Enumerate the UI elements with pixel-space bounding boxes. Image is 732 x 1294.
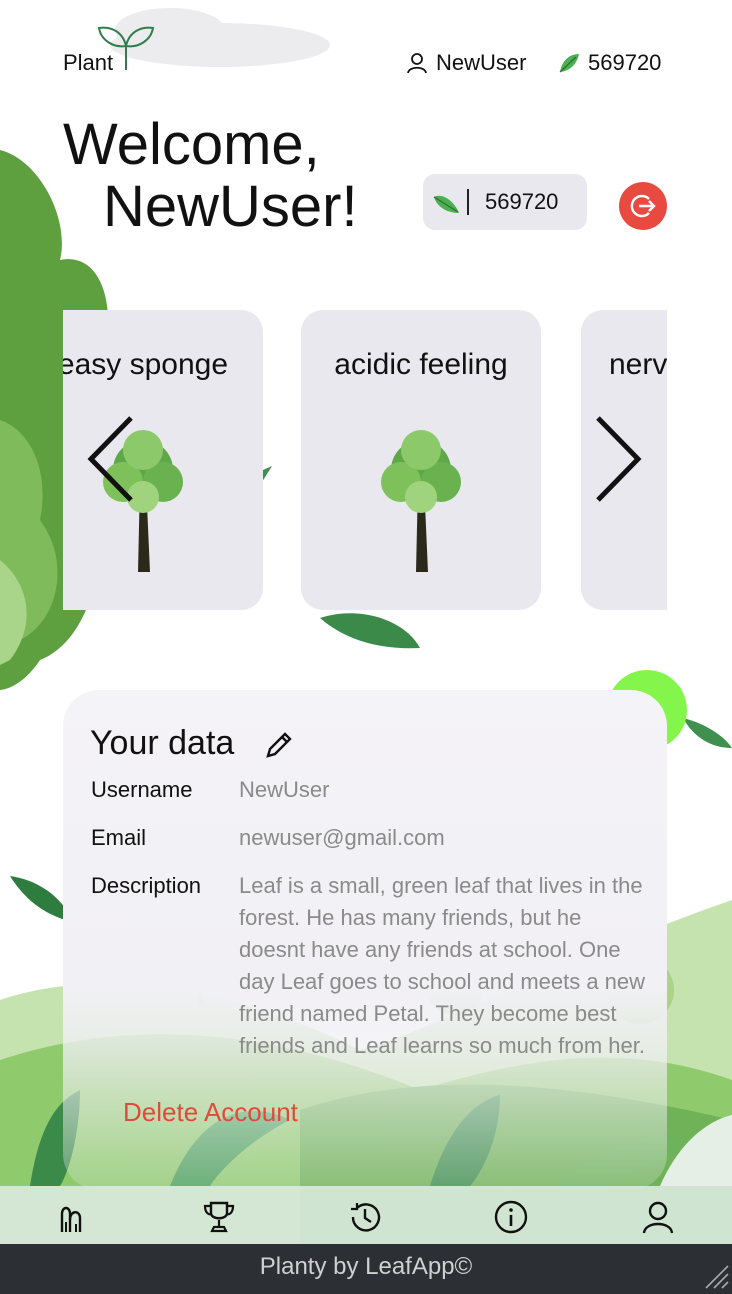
- resize-handle-icon[interactable]: [704, 1264, 730, 1290]
- plant-card-title: nerv: [609, 348, 667, 381]
- points-chip: 569720: [423, 174, 587, 230]
- welcome-username: NewUser!: [103, 174, 358, 239]
- logout-icon: [630, 194, 656, 218]
- plant-card-title: easy sponge: [63, 348, 229, 381]
- logout-button[interactable]: [619, 182, 667, 230]
- plants-icon[interactable]: [56, 1200, 90, 1234]
- plant-card-title: acidic feeling: [334, 348, 508, 381]
- app-page: { "header": { "logo_text": "Plant", "use…: [0, 0, 732, 1294]
- username-label: Username: [91, 777, 193, 802]
- header-points-value: 569720: [588, 50, 662, 75]
- app-logo[interactable]: Plant: [63, 22, 163, 78]
- trophy-icon[interactable]: [202, 1200, 236, 1234]
- delete-account-link[interactable]: Delete Account: [123, 1097, 298, 1128]
- points-chip-value: 569720: [485, 189, 559, 214]
- footer: Planty by LeafApp©: [0, 1244, 732, 1294]
- logo-text: Plant: [63, 50, 114, 75]
- header-user[interactable]: NewUser: [406, 48, 526, 78]
- email-label: Email: [91, 825, 147, 850]
- leaf-icon: [433, 195, 459, 213]
- description-value: Leaf is a small, green leaf that lives i…: [239, 873, 646, 1058]
- leaf-icon: [559, 54, 579, 73]
- profile-title: Your data: [90, 724, 235, 762]
- carousel-prev-arrow[interactable]: [85, 414, 135, 504]
- history-icon[interactable]: [348, 1200, 382, 1234]
- header-username: NewUser: [436, 50, 527, 75]
- tree-icon: [381, 430, 461, 572]
- plant-carousel: easy sponge acidic feeling nerv: [63, 310, 667, 610]
- welcome-heading: Welcome,: [63, 112, 320, 177]
- chip-divider: [467, 189, 469, 215]
- plant-card[interactable]: acidic feeling: [301, 310, 541, 610]
- user-icon: [407, 53, 427, 74]
- email-value: newuser@gmail.com: [239, 825, 445, 850]
- carousel-next-arrow[interactable]: [594, 414, 644, 504]
- info-icon[interactable]: [494, 1200, 528, 1234]
- username-value: NewUser: [239, 777, 330, 802]
- profile-icon[interactable]: [641, 1200, 675, 1234]
- description-label: Description: [91, 873, 202, 898]
- header-points: 569720: [558, 48, 661, 78]
- edit-pencil-icon[interactable]: [264, 730, 294, 760]
